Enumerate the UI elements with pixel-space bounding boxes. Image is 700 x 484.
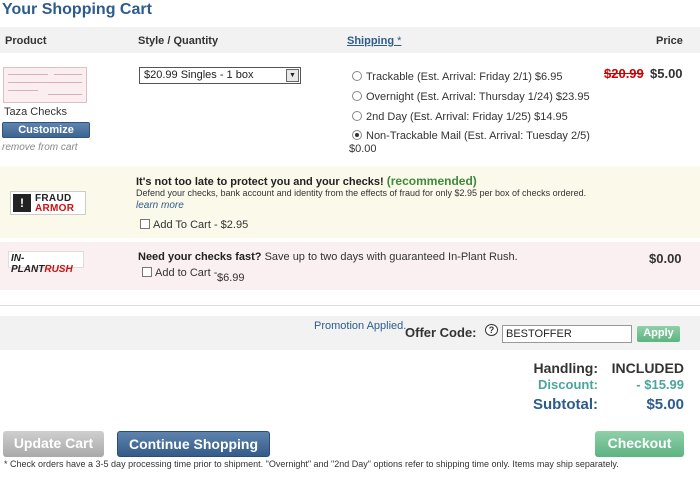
fraud-armor-add-option[interactable]: Add To Cart - $2.95	[140, 219, 248, 231]
recommended-tag: (recommended)	[386, 174, 477, 188]
original-price: $20.99	[604, 66, 644, 81]
sale-price: $5.00	[650, 66, 683, 81]
section-divider	[0, 305, 700, 306]
product-thumbnail[interactable]	[3, 67, 87, 103]
checkout-button[interactable]: Checkout	[595, 431, 684, 457]
learn-more-link[interactable]: learn more	[136, 200, 184, 211]
fraud-armor-description: Defend your checks, bank account and ide…	[136, 188, 587, 198]
dropdown-arrow-icon[interactable]: ▼	[286, 69, 299, 82]
column-header-product: Product	[5, 35, 47, 47]
radio-2nd-day[interactable]	[352, 111, 362, 121]
chat-help-icon[interactable]: ?	[485, 324, 498, 336]
shipping-option-overnight[interactable]: Overnight (Est. Arrival: Thursday 1/24) …	[352, 91, 590, 103]
radio-overnight[interactable]	[352, 91, 362, 101]
radio-non-trackable[interactable]	[352, 130, 362, 140]
in-plant-rush-upsell	[0, 242, 700, 290]
discount-value: - $15.99	[636, 377, 684, 392]
handling-value: INCLUDED	[611, 360, 684, 376]
shipping-cost: $0.00	[349, 143, 377, 155]
style-quantity-value: $20.99 Singles - 1 box	[144, 69, 254, 81]
lock-shield-icon: !	[13, 194, 31, 212]
in-plant-rush-price: $6.99	[217, 272, 245, 284]
offer-code-label: Offer Code:	[405, 325, 477, 340]
customize-button[interactable]: Customize	[2, 122, 90, 138]
column-header-price: Price	[656, 35, 683, 47]
shipping-option-trackable[interactable]: Trackable (Est. Arrival: Friday 2/1) $6.…	[352, 71, 562, 83]
apply-button[interactable]: Apply	[637, 326, 680, 342]
fraud-armor-checkbox[interactable]	[140, 219, 150, 229]
column-header-shipping[interactable]: Shipping *	[347, 35, 401, 47]
in-plant-rush-logo: IN-PLANTRUSH	[8, 251, 84, 275]
shipping-option-2nd-day[interactable]: 2nd Day (Est. Arrival: Friday 1/25) $14.…	[352, 111, 568, 123]
fraud-armor-headline: It's not too late to protect you and you…	[136, 174, 477, 188]
style-quantity-select[interactable]: $20.99 Singles - 1 box ▼	[139, 67, 301, 84]
product-name: Taza Checks	[4, 106, 67, 118]
fraud-armor-logo: ! FRAUD ARMOR	[10, 191, 86, 215]
update-cart-button[interactable]: Update Cart	[3, 431, 104, 457]
offer-code-input[interactable]	[502, 325, 632, 343]
shipping-link[interactable]: Shipping	[347, 35, 394, 47]
shipping-footnote: * Check orders have a 3-5 day processing…	[4, 459, 619, 469]
column-header-style-quantity: Style / Quantity	[138, 35, 219, 47]
page-title: Your Shopping Cart	[2, 1, 152, 18]
shipping-note-star: *	[397, 35, 402, 47]
continue-shopping-button[interactable]: Continue Shopping	[117, 431, 270, 457]
promotion-applied-text: Promotion Applied.	[314, 320, 407, 332]
in-plant-rush-add-option[interactable]: Add to Cart -	[142, 267, 217, 279]
subtotal-value: $5.00	[646, 396, 684, 413]
shipping-option-non-trackable[interactable]: Non-Trackable Mail (Est. Arrival: Tuesda…	[352, 130, 590, 142]
radio-trackable[interactable]	[352, 71, 362, 81]
in-plant-rush-headline: Need your checks fast? Save up to two da…	[138, 251, 518, 263]
in-plant-rush-total: $0.00	[649, 251, 682, 266]
in-plant-rush-checkbox[interactable]	[142, 267, 152, 277]
remove-from-cart-link[interactable]: remove from cart	[2, 142, 78, 153]
